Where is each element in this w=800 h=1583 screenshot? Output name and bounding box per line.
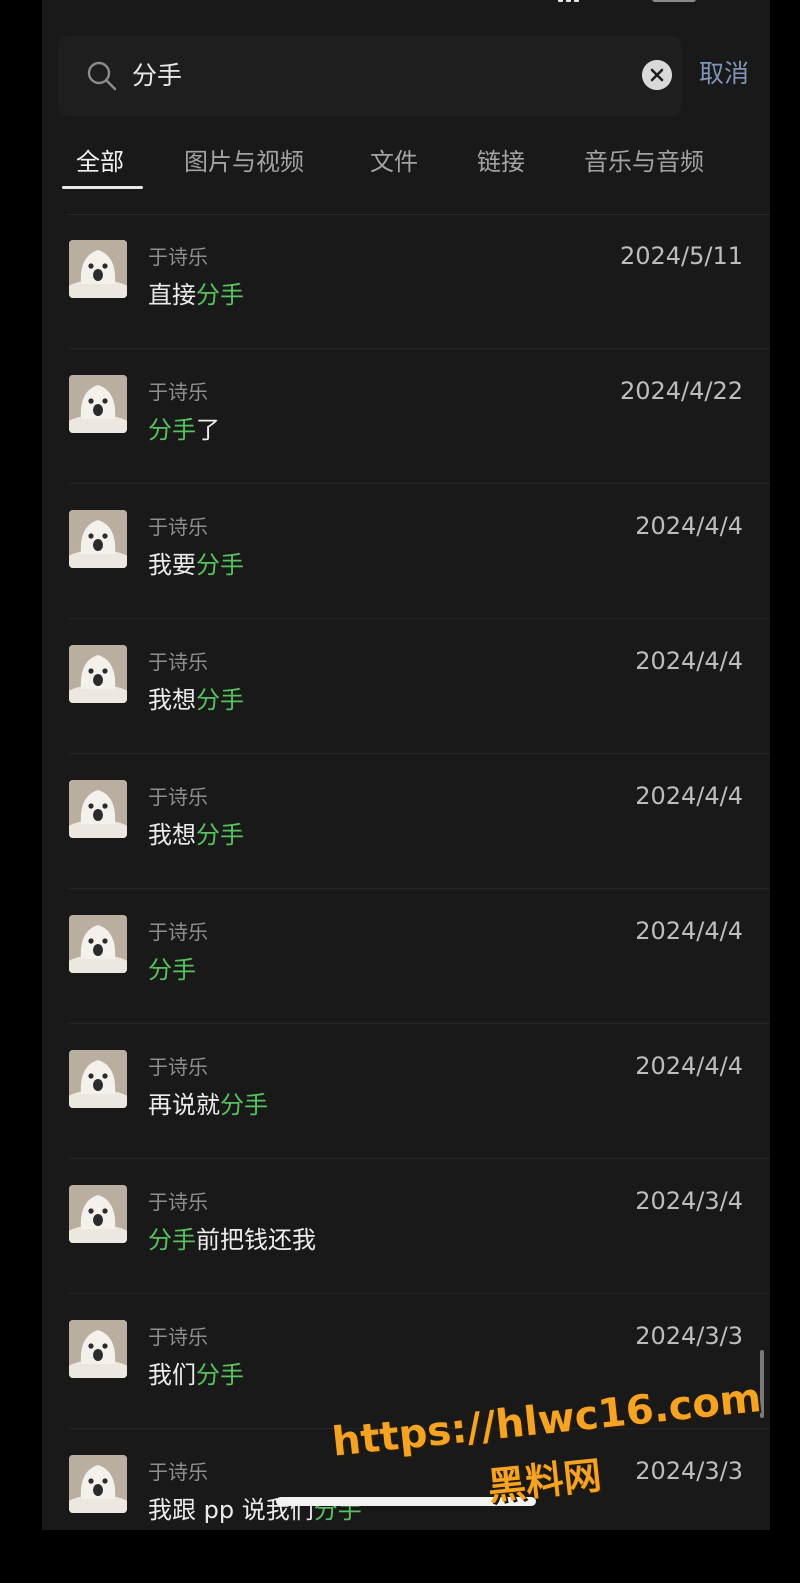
result-item[interactable]: 于诗乐 2024/4/22 分手了	[42, 349, 770, 484]
snippet-text-before: 再说就	[148, 1091, 220, 1119]
tab-music-audio[interactable]: 音乐与音频	[584, 140, 704, 184]
sender-name: 于诗乐	[148, 920, 208, 944]
message-snippet: 我想分手	[148, 683, 244, 717]
snippet-highlight: 分手	[196, 281, 244, 309]
message-snippet: 直接分手	[148, 278, 244, 312]
search-icon	[87, 61, 117, 91]
tab-images-videos[interactable]: 图片与视频	[184, 140, 304, 184]
snippet-text-before: 我要	[148, 551, 196, 579]
avatar[interactable]	[69, 375, 127, 433]
sender-name: 于诗乐	[148, 515, 208, 539]
result-item[interactable]: 于诗乐 2024/3/4 分手前把钱还我	[42, 1159, 770, 1294]
message-snippet: 我要分手	[148, 548, 244, 582]
sender-name: 于诗乐	[148, 650, 208, 674]
avatar[interactable]	[69, 1050, 127, 1108]
message-snippet: 分手了	[148, 413, 220, 447]
avatar[interactable]	[69, 780, 127, 838]
snippet-highlight: 分手	[148, 1226, 196, 1254]
search-input[interactable]: 分手	[132, 54, 182, 98]
snippet-highlight: 分手	[148, 956, 196, 984]
watermark-name: 黑料网	[485, 1453, 604, 1509]
result-item[interactable]: 于诗乐 2024/4/4 我想分手	[42, 619, 770, 754]
sender-name: 于诗乐	[148, 245, 208, 269]
message-date: 2024/3/3	[635, 1322, 743, 1350]
snippet-highlight: 分手	[196, 686, 244, 714]
avatar[interactable]	[69, 1185, 127, 1243]
search-screen: 分手 取消 全部 图片与视频 文件 链接 音乐与音频 于诗乐 2024/5/11 直…	[42, 0, 770, 1530]
message-date: 2024/3/4	[635, 1187, 743, 1215]
snippet-text-after: 了	[196, 416, 220, 444]
sender-name: 于诗乐	[148, 1190, 208, 1214]
message-date: 2024/4/4	[635, 647, 743, 675]
sender-name: 于诗乐	[148, 785, 208, 809]
result-item[interactable]: 于诗乐 2024/4/4 分手	[42, 889, 770, 1024]
message-snippet: 我想分手	[148, 818, 244, 852]
result-item[interactable]: 于诗乐 2024/5/11 直接分手	[42, 214, 770, 349]
message-snippet: 分手	[148, 953, 196, 987]
sender-name: 于诗乐	[148, 1460, 208, 1484]
result-item[interactable]: 于诗乐 2024/4/4 我要分手	[42, 484, 770, 619]
snippet-text-before: 我想	[148, 686, 196, 714]
message-snippet: 再说就分手	[148, 1088, 268, 1122]
snippet-text-before: 我们	[148, 1361, 196, 1389]
avatar[interactable]	[69, 645, 127, 703]
snippet-highlight: 分手	[196, 551, 244, 579]
snippet-highlight: 分手	[196, 1361, 244, 1389]
cancel-button[interactable]: 取消	[699, 52, 749, 96]
sender-name: 于诗乐	[148, 380, 208, 404]
tab-all[interactable]: 全部	[76, 140, 124, 184]
message-snippet: 我们分手	[148, 1358, 244, 1392]
status-bar	[42, 0, 770, 10]
sender-name: 于诗乐	[148, 1055, 208, 1079]
message-date: 2024/5/11	[619, 242, 743, 270]
avatar[interactable]	[69, 915, 127, 973]
message-snippet: 分手前把钱还我	[148, 1223, 316, 1257]
snippet-highlight: 分手	[220, 1091, 268, 1119]
result-item[interactable]: 于诗乐 2024/4/4 再说就分手	[42, 1024, 770, 1159]
search-bar[interactable]: 分手	[58, 36, 682, 116]
search-results: 于诗乐 2024/5/11 直接分手 于诗乐 2024/4/22 分手了 于诗乐 2024/4…	[42, 214, 770, 1530]
battery-icon	[652, 0, 696, 2]
snippet-highlight: 分手	[148, 416, 196, 444]
message-date: 2024/4/22	[619, 377, 743, 405]
message-date: 2024/4/4	[635, 512, 743, 540]
active-tab-indicator	[62, 186, 143, 189]
avatar[interactable]	[69, 510, 127, 568]
snippet-text-before: 直接	[148, 281, 196, 309]
tab-links[interactable]: 链接	[477, 140, 525, 184]
avatar[interactable]	[69, 1455, 127, 1513]
message-date: 2024/4/4	[635, 782, 743, 810]
result-item[interactable]: 于诗乐 2024/4/4 我想分手	[42, 754, 770, 889]
message-date: 2024/4/4	[635, 917, 743, 945]
sender-name: 于诗乐	[148, 1325, 208, 1349]
snippet-text-after: 前把钱还我	[196, 1226, 316, 1254]
avatar[interactable]	[69, 240, 127, 298]
snippet-highlight: 分手	[196, 821, 244, 849]
snippet-text-before: 我想	[148, 821, 196, 849]
clear-search-icon[interactable]	[642, 60, 672, 90]
message-date: 2024/4/4	[635, 1052, 743, 1080]
tab-files[interactable]: 文件	[370, 140, 418, 184]
avatar[interactable]	[69, 1320, 127, 1378]
signal-icon	[558, 0, 588, 2]
filter-tabs: 全部 图片与视频 文件 链接 音乐与音频	[42, 140, 770, 192]
